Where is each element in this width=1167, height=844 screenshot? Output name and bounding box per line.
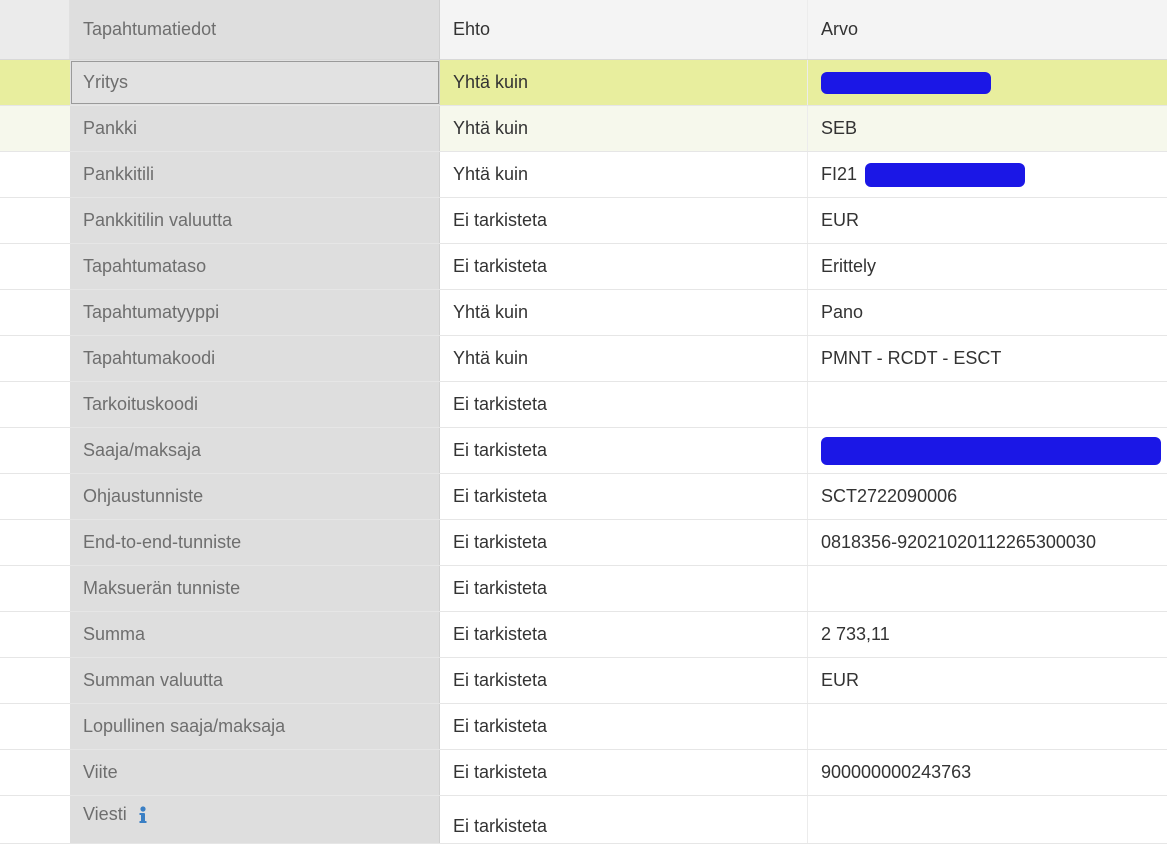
table-row-tarkoituskoodi[interactable]: Tarkoituskoodi Ei tarkisteta (0, 382, 1167, 428)
condition-cell[interactable]: Yhtä kuin (440, 152, 808, 197)
condition-cell[interactable]: Ei tarkisteta (440, 612, 808, 657)
row-selector[interactable] (0, 382, 70, 427)
value-text: FI21 (821, 164, 858, 184)
table-row-tapahtumatyyppi[interactable]: Tapahtumatyyppi Yhtä kuin Pano (0, 290, 1167, 336)
row-selector[interactable] (0, 520, 70, 565)
table-row-tapahtumataso[interactable]: Tapahtumataso Ei tarkisteta Erittely (0, 244, 1167, 290)
row-selector[interactable] (0, 750, 70, 795)
info-icon[interactable] (139, 806, 147, 824)
table-row-end-to-end-tunniste[interactable]: End-to-end-tunniste Ei tarkisteta 081835… (0, 520, 1167, 566)
field-cell[interactable]: Tarkoituskoodi (70, 382, 440, 427)
field-cell[interactable]: Pankki (70, 106, 440, 151)
value-cell[interactable] (808, 428, 1167, 473)
row-selector[interactable] (0, 290, 70, 335)
table-row-ohjaustunniste[interactable]: Ohjaustunniste Ei tarkisteta SCT27220900… (0, 474, 1167, 520)
condition-cell[interactable]: Ei tarkisteta (440, 750, 808, 795)
field-cell[interactable]: Yritys (70, 60, 440, 105)
row-selector[interactable] (0, 198, 70, 243)
column-header-ehto[interactable]: Ehto (440, 0, 808, 59)
table-row-tapahtumakoodi[interactable]: Tapahtumakoodi Yhtä kuin PMNT - RCDT - E… (0, 336, 1167, 382)
condition-cell[interactable]: Ei tarkisteta (440, 704, 808, 749)
row-selector[interactable] (0, 428, 70, 473)
row-selector[interactable] (0, 106, 70, 151)
table-row-lopullinen-saaja-maksaja[interactable]: Lopullinen saaja/maksaja Ei tarkisteta (0, 704, 1167, 750)
row-selector[interactable] (0, 60, 70, 105)
field-cell[interactable]: Summa (70, 612, 440, 657)
condition-cell[interactable]: Ei tarkisteta (440, 520, 808, 565)
field-cell[interactable]: Pankkitili (70, 152, 440, 197)
condition-cell[interactable]: Ei tarkisteta (440, 474, 808, 519)
value-cell[interactable] (808, 704, 1167, 749)
field-cell[interactable]: Maksuerän tunniste (70, 566, 440, 611)
value-cell[interactable]: 0818356-92021020112265300030 (808, 520, 1167, 565)
value-cell[interactable] (808, 382, 1167, 427)
field-cell[interactable]: End-to-end-tunniste (70, 520, 440, 565)
redaction-mark (821, 71, 991, 94)
table-row-pankkitilin-valuutta[interactable]: Pankkitilin valuutta Ei tarkisteta EUR (0, 198, 1167, 244)
table-row-yritys[interactable]: Yritys Yhtä kuin (0, 60, 1167, 106)
field-cell[interactable]: Tapahtumatyyppi (70, 290, 440, 335)
value-cell[interactable]: Erittely (808, 244, 1167, 289)
table-row-summa[interactable]: Summa Ei tarkisteta 2 733,11 (0, 612, 1167, 658)
value-cell[interactable]: 2 733,11 (808, 612, 1167, 657)
value-cell[interactable]: SCT2722090006 (808, 474, 1167, 519)
field-cell[interactable]: Pankkitilin valuutta (70, 198, 440, 243)
field-cell[interactable]: Tapahtumataso (70, 244, 440, 289)
condition-cell[interactable]: Ei tarkisteta (440, 198, 808, 243)
condition-cell[interactable]: Ei tarkisteta (440, 428, 808, 473)
row-selector[interactable] (0, 152, 70, 197)
condition-cell[interactable]: Ei tarkisteta (440, 566, 808, 611)
row-selector[interactable] (0, 612, 70, 657)
row-selector[interactable] (0, 474, 70, 519)
condition-cell[interactable]: Yhtä kuin (440, 60, 808, 105)
redaction-mark (865, 162, 1026, 187)
table-row-pankki[interactable]: Pankki Yhtä kuin SEB (0, 106, 1167, 152)
value-cell[interactable] (808, 566, 1167, 611)
value-cell[interactable]: 900000000243763 (808, 750, 1167, 795)
value-cell[interactable]: Pano (808, 290, 1167, 335)
row-selector[interactable] (0, 244, 70, 289)
value-cell[interactable]: EUR (808, 658, 1167, 703)
row-selector[interactable] (0, 336, 70, 381)
redaction-mark (821, 436, 1161, 465)
table-row-pankkitili[interactable]: Pankkitili Yhtä kuin FI21 (0, 152, 1167, 198)
table-row-summan-valuutta[interactable]: Summan valuutta Ei tarkisteta EUR (0, 658, 1167, 704)
condition-cell[interactable]: Ei tarkisteta (440, 382, 808, 427)
condition-cell[interactable]: Ei tarkisteta (440, 658, 808, 703)
column-header-tapahtumatiedot[interactable]: Tapahtumatiedot (70, 0, 440, 59)
condition-cell[interactable]: Ei tarkisteta (440, 244, 808, 289)
field-cell[interactable]: Viite (70, 750, 440, 795)
row-selector[interactable] (0, 566, 70, 611)
row-selector[interactable] (0, 658, 70, 703)
row-selector[interactable] (0, 704, 70, 749)
field-cell[interactable]: Tapahtumakoodi (70, 336, 440, 381)
field-cell[interactable]: Lopullinen saaja/maksaja (70, 704, 440, 749)
condition-cell[interactable]: Yhtä kuin (440, 336, 808, 381)
value-cell[interactable] (808, 60, 1167, 105)
table-row-maksueran-tunniste[interactable]: Maksuerän tunniste Ei tarkisteta (0, 566, 1167, 612)
field-cell[interactable]: Summan valuutta (70, 658, 440, 703)
field-label: Viesti (83, 804, 127, 824)
field-cell[interactable]: Saaja/maksaja (70, 428, 440, 473)
grid-header-row: Tapahtumatiedot Ehto Arvo (0, 0, 1167, 60)
condition-cell[interactable]: Yhtä kuin (440, 290, 808, 335)
field-cell[interactable]: Ohjaustunniste (70, 474, 440, 519)
table-row-viesti[interactable]: Viesti Ei tarkisteta (0, 796, 1167, 844)
row-selector-header (0, 0, 70, 59)
table-row-saaja-maksaja[interactable]: Saaja/maksaja Ei tarkisteta (0, 428, 1167, 474)
transaction-rule-grid: Tapahtumatiedot Ehto Arvo Yritys Yhtä ku… (0, 0, 1167, 844)
value-cell[interactable]: EUR (808, 198, 1167, 243)
value-cell[interactable]: PMNT - RCDT - ESCT (808, 336, 1167, 381)
column-header-arvo[interactable]: Arvo (808, 0, 1167, 59)
table-row-viite[interactable]: Viite Ei tarkisteta 900000000243763 (0, 750, 1167, 796)
value-cell[interactable]: SEB (808, 106, 1167, 151)
value-cell[interactable]: FI21 (808, 152, 1167, 197)
condition-cell[interactable]: Yhtä kuin (440, 106, 808, 151)
